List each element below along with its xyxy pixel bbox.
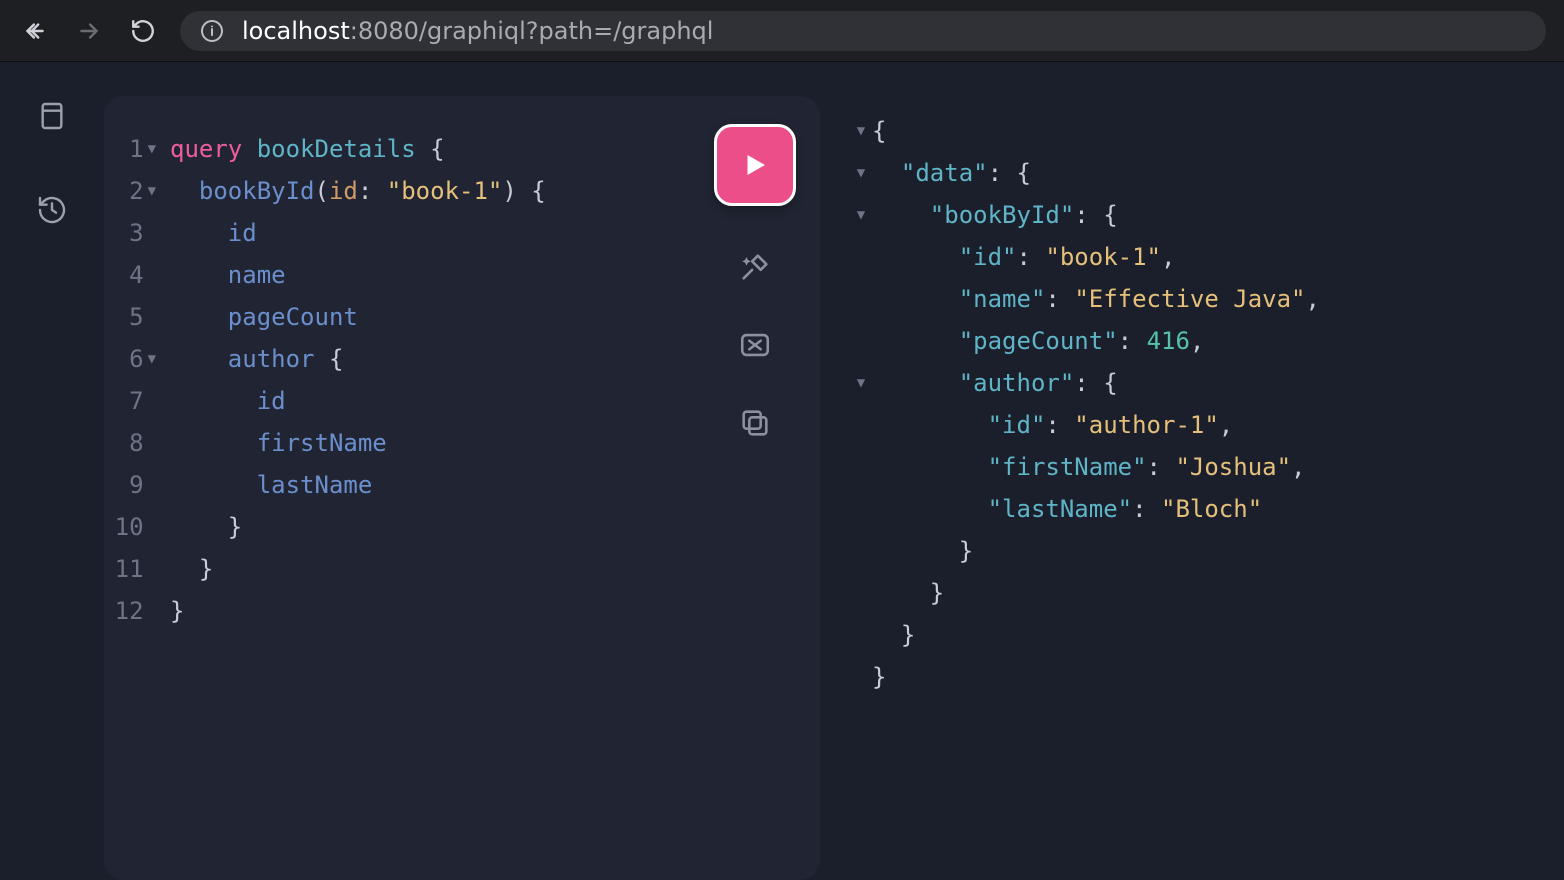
execute-button[interactable] bbox=[714, 124, 796, 206]
play-icon bbox=[740, 148, 770, 182]
code-line[interactable]: } bbox=[170, 506, 820, 548]
docs-button[interactable] bbox=[34, 98, 70, 134]
result-line: ▼ "data": { bbox=[850, 152, 1534, 194]
gutter-line: 5 bbox=[104, 296, 160, 338]
result-line: "id": "author-1", bbox=[850, 404, 1534, 446]
graphiql-app: 1▼2▼3 4 5 6▼7 8 9 10 11 12 query bookDet… bbox=[0, 62, 1564, 880]
copy-icon bbox=[738, 406, 772, 440]
editor-tools bbox=[714, 124, 796, 440]
gutter: 1▼2▼3 4 5 6▼7 8 9 10 11 12 bbox=[104, 96, 160, 880]
result-line: } bbox=[850, 614, 1534, 656]
result-line: ▼{ bbox=[850, 110, 1534, 152]
result-line: ▼ "bookById": { bbox=[850, 194, 1534, 236]
result-pane: ▼{▼ "data": {▼ "bookById": { "id": "book… bbox=[820, 62, 1564, 880]
fold-caret[interactable]: ▼ bbox=[850, 123, 872, 139]
gutter-line: 10 bbox=[104, 506, 160, 548]
gutter-line: 9 bbox=[104, 464, 160, 506]
gutter-line: 4 bbox=[104, 254, 160, 296]
fold-caret[interactable]: ▼ bbox=[850, 207, 872, 223]
query-editor[interactable]: 1▼2▼3 4 5 6▼7 8 9 10 11 12 query bookDet… bbox=[104, 96, 820, 880]
gutter-line: 11 bbox=[104, 548, 160, 590]
back-button[interactable] bbox=[18, 14, 52, 48]
fold-caret[interactable]: ▼ bbox=[148, 183, 156, 199]
fold-caret[interactable]: ▼ bbox=[850, 165, 872, 181]
code-line[interactable]: } bbox=[170, 590, 820, 632]
left-rail bbox=[0, 62, 104, 880]
fold-caret[interactable]: ▼ bbox=[148, 351, 156, 367]
gutter-line: 12 bbox=[104, 590, 160, 632]
result-line: "firstName": "Joshua", bbox=[850, 446, 1534, 488]
result-line: "lastName": "Bloch" bbox=[850, 488, 1534, 530]
fold-caret bbox=[148, 519, 156, 535]
gutter-line: 2▼ bbox=[104, 170, 160, 212]
docs-icon bbox=[36, 100, 68, 132]
browser-toolbar: localhost:8080/graphiql?path=/graphql bbox=[0, 0, 1564, 62]
history-button[interactable] bbox=[34, 192, 70, 228]
fold-caret bbox=[148, 561, 156, 577]
gutter-line: 8 bbox=[104, 422, 160, 464]
result-line: } bbox=[850, 530, 1534, 572]
result-line: "id": "book-1", bbox=[850, 236, 1534, 278]
gutter-line: 7 bbox=[104, 380, 160, 422]
prettify-icon bbox=[738, 250, 772, 284]
fold-caret bbox=[148, 435, 156, 451]
gutter-line: 3 bbox=[104, 212, 160, 254]
site-info-icon[interactable] bbox=[200, 19, 224, 43]
address-bar[interactable]: localhost:8080/graphiql?path=/graphql bbox=[180, 11, 1546, 51]
gutter-line: 1▼ bbox=[104, 128, 160, 170]
fold-caret[interactable]: ▼ bbox=[148, 141, 156, 157]
result-line: } bbox=[850, 572, 1534, 614]
merge-button[interactable] bbox=[738, 328, 772, 362]
code-line[interactable]: } bbox=[170, 548, 820, 590]
result-line: } bbox=[850, 656, 1534, 698]
fold-caret[interactable]: ▼ bbox=[850, 375, 872, 391]
url-text: localhost:8080/graphiql?path=/graphql bbox=[242, 17, 713, 45]
prettify-button[interactable] bbox=[738, 250, 772, 284]
fold-caret bbox=[148, 225, 156, 241]
forward-button[interactable] bbox=[72, 14, 106, 48]
result-line: ▼ "author": { bbox=[850, 362, 1534, 404]
code-line[interactable]: lastName bbox=[170, 464, 820, 506]
history-icon bbox=[36, 194, 68, 226]
fold-caret bbox=[148, 309, 156, 325]
gutter-line: 6▼ bbox=[104, 338, 160, 380]
fold-caret bbox=[148, 603, 156, 619]
forward-icon bbox=[76, 18, 102, 44]
reload-icon bbox=[130, 18, 156, 44]
copy-button[interactable] bbox=[738, 406, 772, 440]
back-icon bbox=[22, 18, 48, 44]
merge-icon bbox=[738, 328, 772, 362]
fold-caret bbox=[148, 267, 156, 283]
reload-button[interactable] bbox=[126, 14, 160, 48]
fold-caret bbox=[148, 477, 156, 493]
fold-caret bbox=[148, 393, 156, 409]
result-line: "name": "Effective Java", bbox=[850, 278, 1534, 320]
result-line: "pageCount": 416, bbox=[850, 320, 1534, 362]
